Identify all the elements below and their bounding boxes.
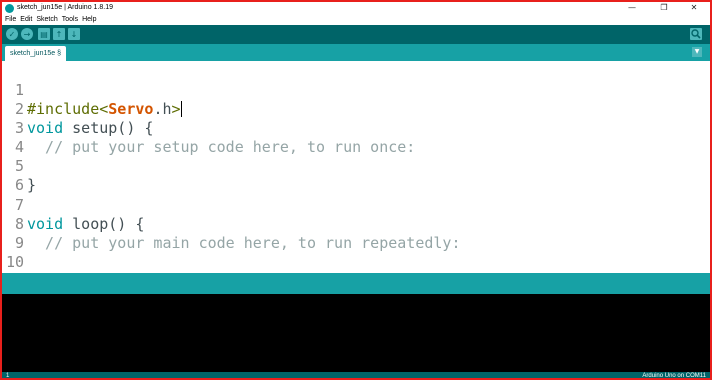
minimize-button[interactable]: — bbox=[618, 2, 646, 14]
message-area bbox=[2, 273, 710, 294]
arduino-logo-icon bbox=[5, 4, 14, 13]
tab-sketch[interactable]: sketch_jun15e § bbox=[5, 46, 66, 61]
arrow-up-icon: ↑ bbox=[55, 29, 63, 39]
toolbar: ✓ → ▤ ↑ ↓ bbox=[2, 25, 710, 44]
magnifier-icon bbox=[691, 29, 701, 39]
upload-button[interactable]: → bbox=[21, 28, 33, 40]
line-number: 10 bbox=[5, 253, 24, 271]
code-line: 3 // put your setup code here, to run on… bbox=[2, 100, 710, 156]
code-line: 8 // put your main code here, to run rep… bbox=[2, 196, 710, 252]
serial-monitor-button[interactable] bbox=[690, 28, 702, 40]
maximize-button[interactable]: ❐ bbox=[650, 2, 678, 14]
code-line: 1 #include<Servo.h> bbox=[2, 62, 710, 118]
open-button[interactable]: ↑ bbox=[53, 28, 65, 40]
arrow-down-icon: ↓ bbox=[70, 29, 78, 39]
console-output[interactable] bbox=[2, 294, 710, 372]
code-line: 7 void loop() { bbox=[2, 177, 710, 233]
board-port-label: Arduino Uno on COM11 bbox=[642, 373, 706, 379]
arrow-right-icon: → bbox=[23, 29, 31, 39]
code-line: 10 } bbox=[2, 234, 710, 290]
window-title: sketch_jun15e | Arduino 1.8.19 bbox=[17, 4, 114, 11]
tab-strip: sketch_jun15e § ▼ bbox=[2, 44, 710, 61]
new-button[interactable]: ▤ bbox=[38, 28, 50, 40]
menu-tools[interactable]: Tools bbox=[61, 14, 81, 25]
tab-menu-button[interactable]: ▼ bbox=[692, 47, 702, 57]
menu-bar: File Edit Sketch Tools Help bbox=[2, 14, 710, 25]
code-line: 2 void setup() { bbox=[2, 81, 710, 137]
status-bar: 1 Arduino Uno on COM11 bbox=[2, 372, 710, 379]
close-button[interactable]: ✕ bbox=[680, 2, 708, 14]
code-line: 5 } bbox=[2, 138, 710, 194]
code-line: 9 bbox=[2, 215, 710, 252]
menu-sketch[interactable]: Sketch bbox=[35, 14, 60, 25]
menu-edit[interactable]: Edit bbox=[19, 14, 35, 25]
code-line: 4 bbox=[2, 119, 710, 156]
menu-file[interactable]: File bbox=[4, 14, 19, 25]
save-button[interactable]: ↓ bbox=[68, 28, 80, 40]
app-window: sketch_jun15e | Arduino 1.8.19 — ❐ ✕ Fil… bbox=[0, 0, 712, 380]
chevron-down-icon: ▼ bbox=[694, 48, 700, 55]
verify-button[interactable]: ✓ bbox=[6, 28, 18, 40]
code-line: 6 bbox=[2, 157, 710, 194]
check-icon: ✓ bbox=[8, 29, 16, 39]
code-editor[interactable]: 1 #include<Servo.h> 2 void setup() { 3 /… bbox=[2, 61, 710, 290]
menu-help[interactable]: Help bbox=[81, 14, 99, 25]
new-file-icon: ▤ bbox=[40, 29, 48, 39]
line-indicator: 1 bbox=[6, 373, 10, 379]
